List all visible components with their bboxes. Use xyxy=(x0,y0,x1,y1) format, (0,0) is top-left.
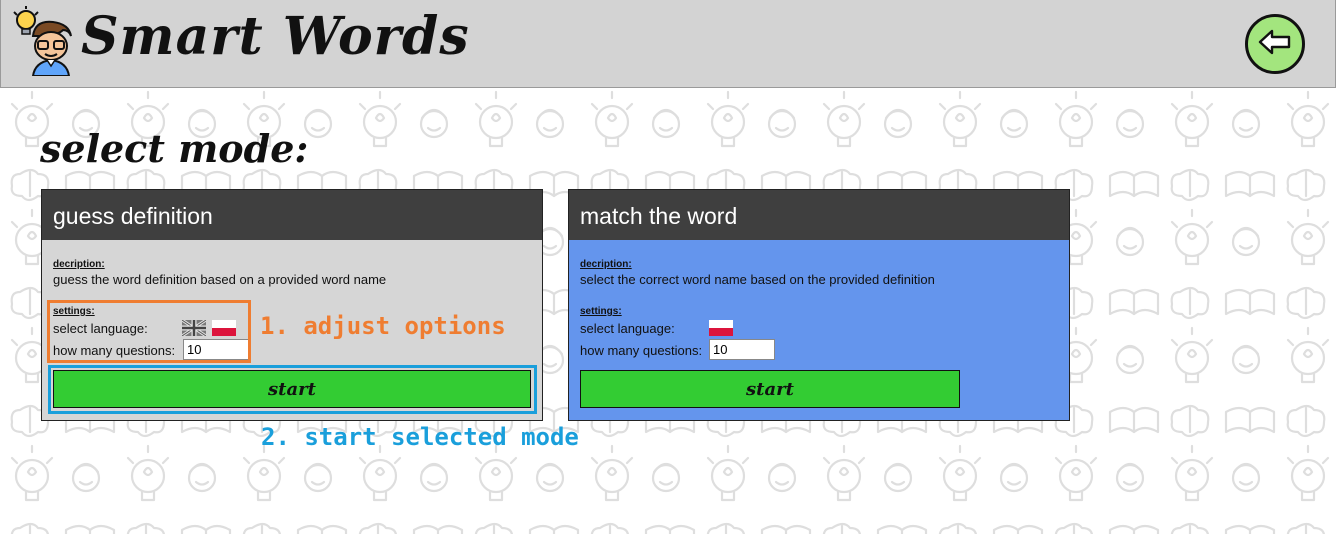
arrow-left-icon xyxy=(1258,29,1292,60)
app-title: Smart Words xyxy=(81,6,470,67)
mode-card-title: guess definition xyxy=(42,190,542,240)
annotation-start-mode: 2. start selected mode xyxy=(261,423,579,451)
settings-label: settings: xyxy=(580,306,622,317)
mode-card-title: match the word xyxy=(569,190,1069,240)
student-lightbulb-icon xyxy=(11,6,77,77)
back-button[interactable] xyxy=(1245,14,1305,74)
mode-card-body: decription: select the correct word name… xyxy=(569,240,1069,420)
start-mode-highlight xyxy=(48,365,537,414)
select-language-label: select language: xyxy=(580,321,675,336)
app-header: Smart Words xyxy=(0,0,1336,88)
description-text: guess the word definition based on a pro… xyxy=(53,272,387,287)
adjust-options-highlight xyxy=(47,300,251,363)
question-count-label: how many questions: xyxy=(580,343,703,358)
mode-card-match-the-word: match the word decription: select the co… xyxy=(568,189,1070,421)
description-label: decription: xyxy=(580,259,632,270)
polish-flag-icon[interactable] xyxy=(709,320,733,336)
description-label: decription: xyxy=(53,259,105,270)
description-text: select the correct word name based on th… xyxy=(580,272,935,287)
page-title: select mode: xyxy=(40,126,309,171)
question-count-input[interactable] xyxy=(709,339,775,360)
annotation-adjust-options: 1. adjust options xyxy=(260,312,506,340)
start-button[interactable]: start xyxy=(580,370,960,408)
